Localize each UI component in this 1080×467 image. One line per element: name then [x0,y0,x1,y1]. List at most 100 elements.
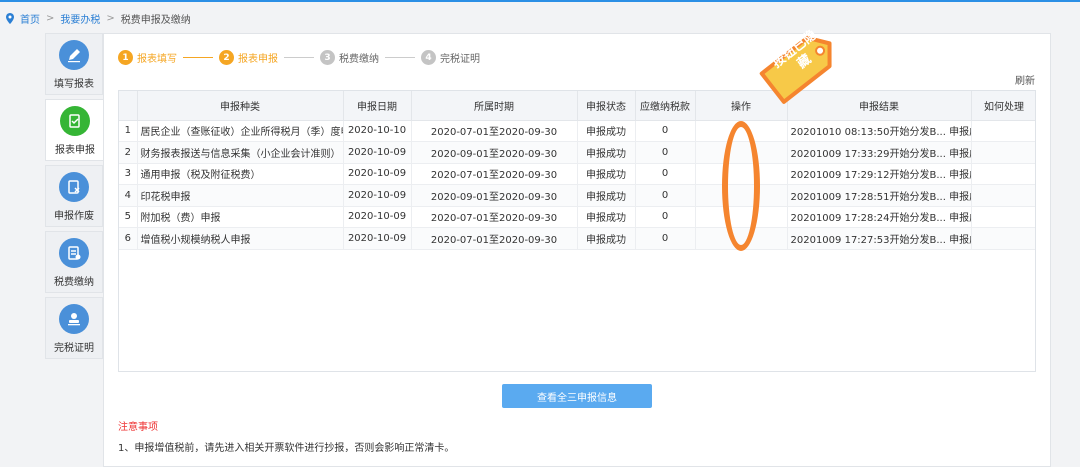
location-pin-icon [6,12,14,24]
row-index: 5 [119,206,138,228]
declaration-type: 通用申报（税及附征税费） [137,163,344,185]
tax-due: 0 [635,141,696,164]
breadcrumb-separator: > [46,12,55,24]
status: 申报成功 [577,184,636,207]
status: 申报成功 [577,120,636,142]
result: 20201009 17:33:29开始分发B... 申报成功 [787,141,972,164]
declaration-type: 印花税申报 [137,184,344,207]
step-fill-report: 1 报表填写 [118,50,177,65]
top-accent-bar [0,0,1080,2]
tax-due: 0 [635,120,696,142]
column-header-tax-due: 应缴纳税款 [635,91,696,121]
breadcrumb-home[interactable]: 首页 [20,11,40,26]
table-row[interactable]: 1 居民企业（查账征收）企业所得税月（季）度申 2020-10-10 2020-… [119,120,1035,142]
step-label: 完税证明 [440,54,480,65]
sidebar-item-label: 税费缴纳 [54,277,94,288]
result: 20201009 17:29:12开始分发B... 申报成功 [787,163,972,185]
sidebar-item-void-declaration[interactable]: 申报作废 [45,165,103,227]
document-void-icon [59,172,89,202]
declaration-table: 申报种类 申报日期 所属时期 申报状态 应缴纳税款 操作 申报结果 如何处理 1… [118,90,1036,372]
handling [971,227,1035,250]
handling [971,206,1035,228]
breadcrumb-current: 税费申报及缴纳 [120,14,191,26]
step-label: 报表申报 [238,54,278,65]
step-connector [284,57,314,58]
status: 申报成功 [577,227,636,250]
tax-due: 0 [635,227,696,250]
step-number: 4 [421,50,436,65]
breadcrumb: 首页 > 我要办税 > 税费申报及缴纳 [6,8,191,28]
highlight-ring-annotation [722,121,760,251]
period: 2020-07-01至2020-09-30 [411,163,578,185]
stamp-icon [59,304,89,334]
column-header-declaration-type: 申报种类 [137,91,344,121]
status: 申报成功 [577,163,636,185]
progress-steps: 1 报表填写 2 报表申报 3 税费缴纳 4 完税证明 [118,50,480,65]
result: 20201009 17:28:51开始分发B... 申报成功 [787,184,972,207]
main-panel: 1 报表填写 2 报表申报 3 税费缴纳 4 完税证明 刷新 申报种类 申报日期… [103,33,1051,467]
sidebar-item-label: 完税证明 [54,343,94,354]
handling [971,163,1035,185]
sidebar-item-label: 申报作废 [54,211,94,222]
row-index: 3 [119,163,138,185]
refresh-link[interactable]: 刷新 [1015,72,1035,87]
tax-due: 0 [635,163,696,185]
step-tax-certificate: 4 完税证明 [421,50,480,65]
result: 20201010 08:13:50开始分发B... 申报成功 [787,120,972,142]
table-header-row: 申报种类 申报日期 所属时期 申报状态 应缴纳税款 操作 申报结果 如何处理 [119,91,1035,121]
declaration-date: 2020-10-09 [343,227,412,250]
step-number: 3 [320,50,335,65]
handling [971,141,1035,164]
period: 2020-07-01至2020-09-30 [411,120,578,142]
row-index: 4 [119,184,138,207]
sidebar-item-fill-report[interactable]: 填写报表 [45,33,103,95]
status: 申报成功 [577,206,636,228]
step-connector [183,57,213,58]
step-label: 报表填写 [137,54,177,65]
column-header-status: 申报状态 [577,91,636,121]
table-row[interactable]: 3 通用申报（税及附征税费） 2020-10-09 2020-07-01至202… [119,163,1035,185]
column-header-declaration-date: 申报日期 [343,91,412,121]
pencil-icon [59,40,89,70]
column-header-handling: 如何处理 [971,91,1035,121]
view-all-declarations-button[interactable]: 查看全三申报信息 [502,384,652,408]
result: 20201009 17:28:24开始分发B... 申报成功 [787,206,972,228]
period: 2020-09-01至2020-09-30 [411,184,578,207]
sidebar-item-report-submit[interactable]: 报表申报 [45,99,105,161]
row-index: 2 [119,141,138,164]
period: 2020-09-01至2020-09-30 [411,141,578,164]
handling [971,120,1035,142]
declaration-date: 2020-10-09 [343,163,412,185]
step-label: 税费缴纳 [339,54,379,65]
step-number: 1 [118,50,133,65]
report-submit-icon [60,106,90,136]
declaration-date: 2020-10-09 [343,206,412,228]
column-header-index [119,91,138,121]
column-header-period: 所属时期 [411,91,578,121]
declaration-type: 财务报表报送与信息采集（小企业会计准则） [137,141,344,164]
breadcrumb-separator: > [106,12,115,24]
declaration-type: 附加税（费）申报 [137,206,344,228]
sidebar-item-tax-payment[interactable]: 税费缴纳 [45,231,103,293]
sidebar-item-label: 报表申报 [55,145,95,156]
step-tax-payment: 3 税费缴纳 [320,50,379,65]
declaration-date: 2020-10-09 [343,141,412,164]
row-index: 6 [119,227,138,250]
declaration-type: 增值税小规模纳税人申报 [137,227,344,250]
table-row[interactable]: 5 附加税（费）申报 2020-10-09 2020-07-01至2020-09… [119,206,1035,228]
table-row[interactable]: 2 财务报表报送与信息采集（小企业会计准则） 2020-10-09 2020-0… [119,141,1035,164]
declaration-type: 居民企业（查账征收）企业所得税月（季）度申 [137,120,344,142]
table-row[interactable]: 4 印花税申报 2020-10-09 2020-09-01至2020-09-30… [119,184,1035,207]
notes-text: 1、申报增值税前，请先进入相关开票软件进行抄报，否则会影响正常清卡。 [118,443,455,454]
status: 申报成功 [577,141,636,164]
handling [971,184,1035,207]
period: 2020-07-01至2020-09-30 [411,206,578,228]
tax-payment-icon [59,238,89,268]
result: 20201009 17:27:53开始分发B... 申报成功 [787,227,972,250]
step-connector [385,57,415,58]
declaration-date: 2020-10-10 [343,120,412,142]
breadcrumb-tax-affairs[interactable]: 我要办税 [60,11,100,26]
table-row[interactable]: 6 增值税小规模纳税人申报 2020-10-09 2020-07-01至2020… [119,227,1035,250]
sidebar-item-tax-certificate[interactable]: 完税证明 [45,297,103,359]
step-report-submit: 2 报表申报 [219,50,278,65]
